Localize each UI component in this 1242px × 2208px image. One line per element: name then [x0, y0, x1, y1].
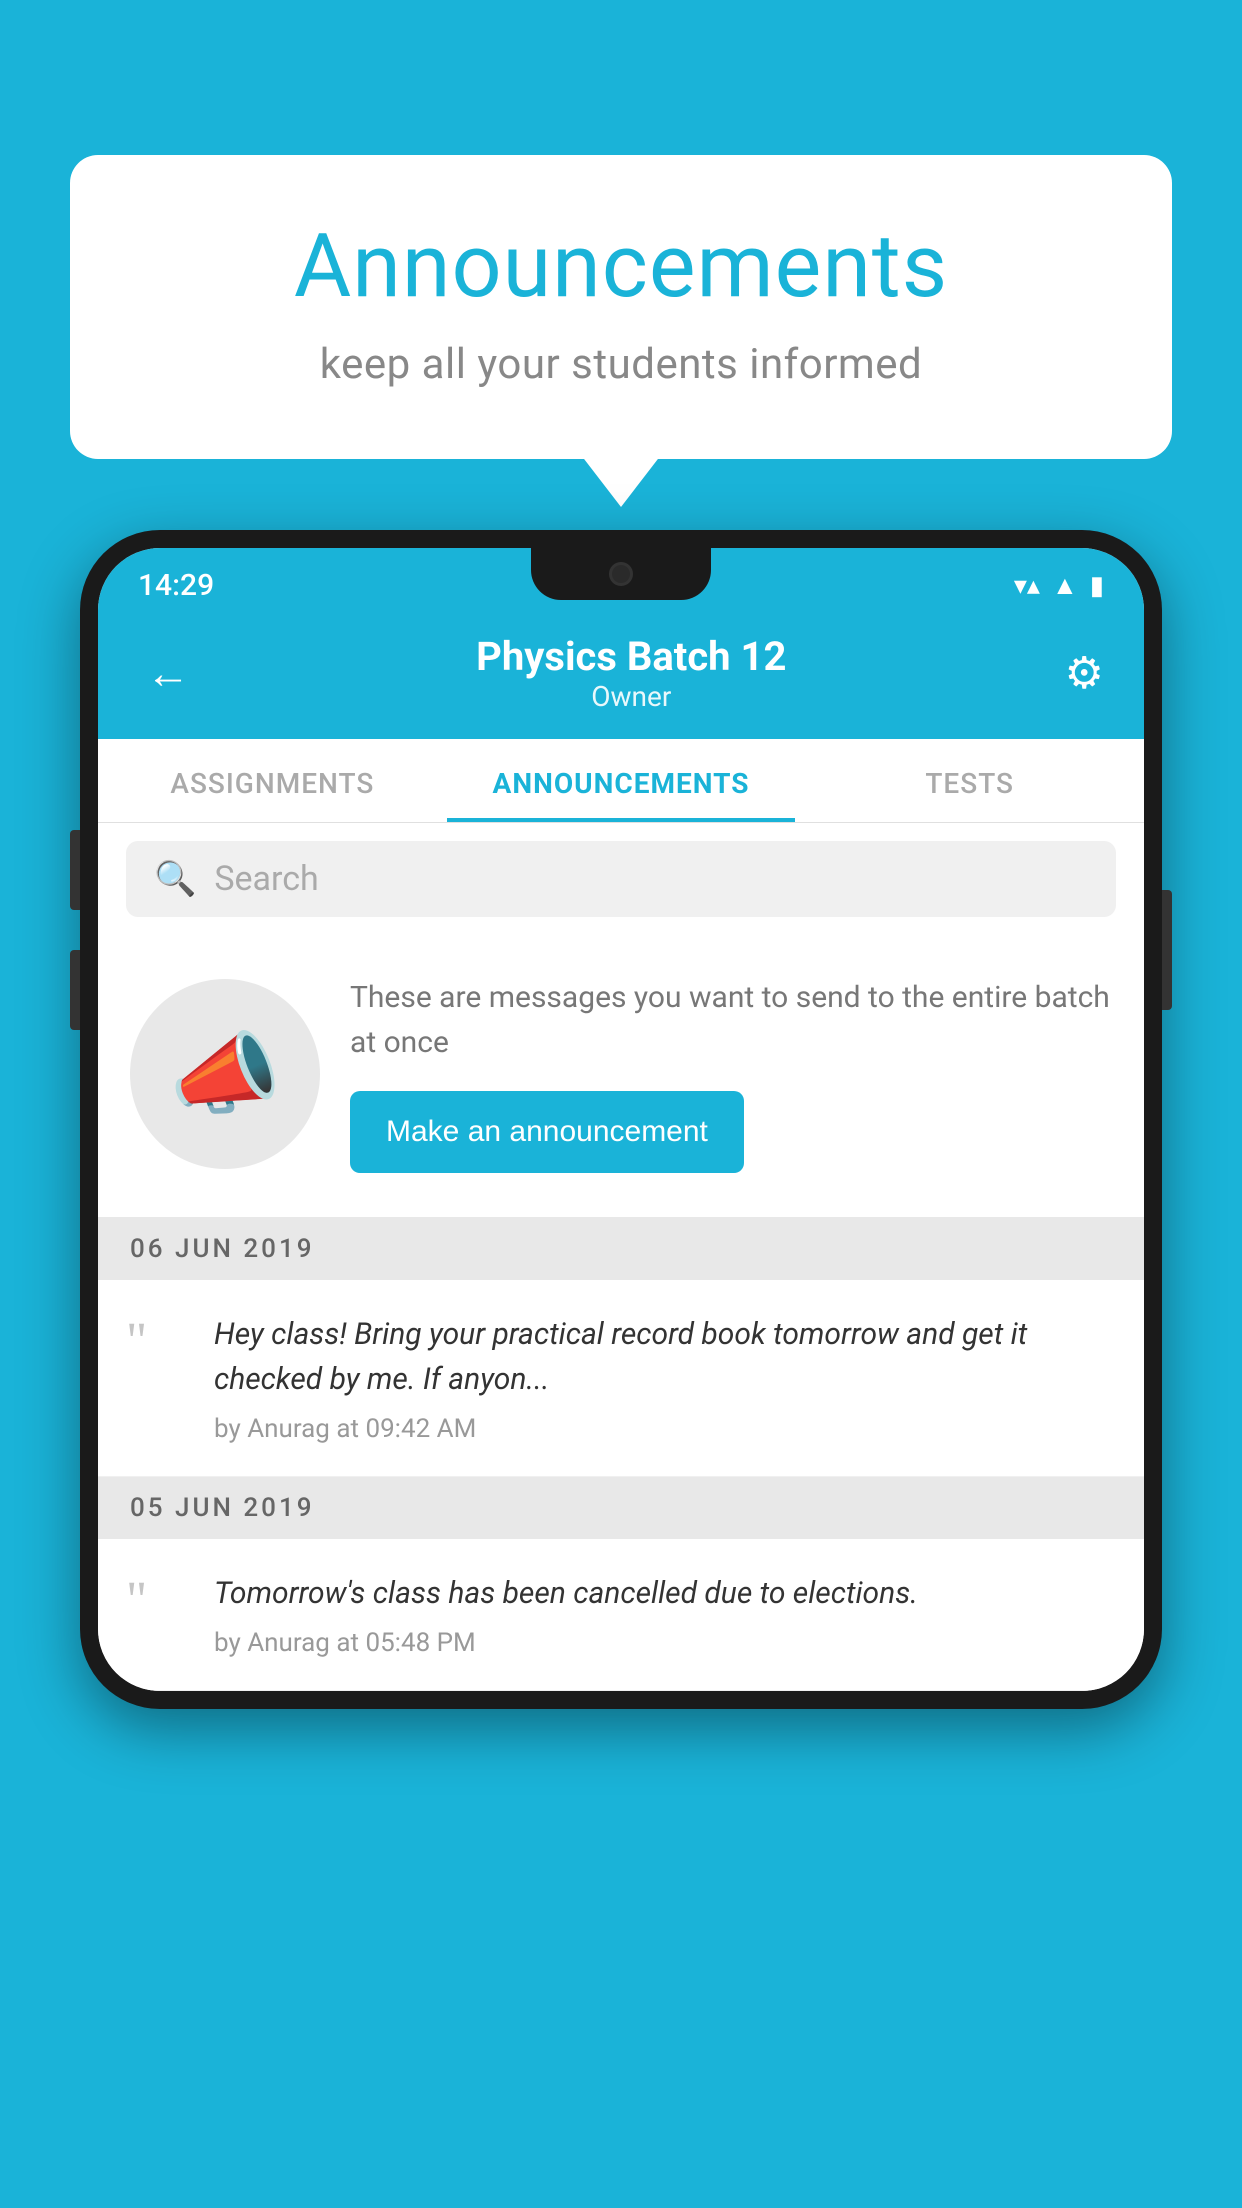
status-icons: ▾▴ ▲ ▮	[1014, 570, 1104, 601]
wifi-icon: ▾▴	[1014, 571, 1040, 601]
header-title-group: Physics Batch 12 Owner	[198, 633, 1065, 713]
tabs-bar: ASSIGNMENTS ANNOUNCEMENTS TESTS	[98, 739, 1144, 823]
announcement-content-2: Tomorrow's class has been cancelled due …	[214, 1571, 1112, 1658]
phone-screen: 14:29 ▾▴ ▲ ▮ ← Physics Batch 12 Owner ⚙	[98, 548, 1144, 1691]
phone-notch	[531, 548, 711, 600]
bubble-subtitle: keep all your students informed	[150, 340, 1092, 389]
header-subtitle: Owner	[198, 680, 1065, 713]
promo-block: 📣 These are messages you want to send to…	[98, 935, 1144, 1218]
phone-camera	[609, 562, 633, 586]
signal-icon: ▲	[1052, 570, 1078, 601]
search-icon: 🔍	[154, 859, 196, 899]
search-box[interactable]: 🔍 Search	[126, 841, 1116, 917]
back-button[interactable]: ←	[138, 639, 198, 707]
tab-assignments[interactable]: ASSIGNMENTS	[98, 739, 447, 822]
date-separator-2: 05 JUN 2019	[98, 1477, 1144, 1539]
tab-tests[interactable]: TESTS	[795, 739, 1144, 822]
battery-icon: ▮	[1090, 571, 1104, 601]
announcement-content-1: Hey class! Bring your practical record b…	[214, 1312, 1112, 1444]
quote-icon-1: "	[126, 1312, 186, 1368]
app-header: ← Physics Batch 12 Owner ⚙	[98, 613, 1144, 739]
make-announcement-button[interactable]: Make an announcement	[350, 1091, 744, 1173]
status-time: 14:29	[138, 568, 214, 603]
phone-button-right	[1162, 890, 1172, 1010]
date-separator-1: 06 JUN 2019	[98, 1218, 1144, 1280]
settings-button[interactable]: ⚙	[1065, 647, 1104, 699]
bubble-title: Announcements	[150, 215, 1092, 318]
header-title: Physics Batch 12	[198, 633, 1065, 680]
promo-description: These are messages you want to send to t…	[350, 975, 1112, 1065]
speech-bubble: Announcements keep all your students inf…	[70, 155, 1172, 459]
tab-announcements[interactable]: ANNOUNCEMENTS	[447, 739, 796, 822]
announcement-text-1: Hey class! Bring your practical record b…	[214, 1312, 1112, 1402]
megaphone-icon: 📣	[169, 1022, 281, 1127]
announcement-text-2: Tomorrow's class has been cancelled due …	[214, 1571, 1112, 1616]
phone-button-left2	[70, 950, 80, 1030]
search-placeholder: Search	[214, 859, 318, 899]
quote-icon-2: "	[126, 1571, 186, 1627]
search-container: 🔍 Search	[98, 823, 1144, 935]
announcement-item-2[interactable]: " Tomorrow's class has been cancelled du…	[98, 1539, 1144, 1691]
phone-wrapper: 14:29 ▾▴ ▲ ▮ ← Physics Batch 12 Owner ⚙	[80, 530, 1162, 1709]
announcement-icon-circle: 📣	[130, 979, 320, 1169]
phone-button-left1	[70, 830, 80, 910]
promo-content: These are messages you want to send to t…	[350, 975, 1112, 1173]
announcement-item-1[interactable]: " Hey class! Bring your practical record…	[98, 1280, 1144, 1477]
speech-bubble-container: Announcements keep all your students inf…	[70, 155, 1172, 459]
phone-mockup: 14:29 ▾▴ ▲ ▮ ← Physics Batch 12 Owner ⚙	[80, 530, 1162, 1709]
announcement-meta-2: by Anurag at 05:48 PM	[214, 1628, 1112, 1658]
announcement-meta-1: by Anurag at 09:42 AM	[214, 1414, 1112, 1444]
